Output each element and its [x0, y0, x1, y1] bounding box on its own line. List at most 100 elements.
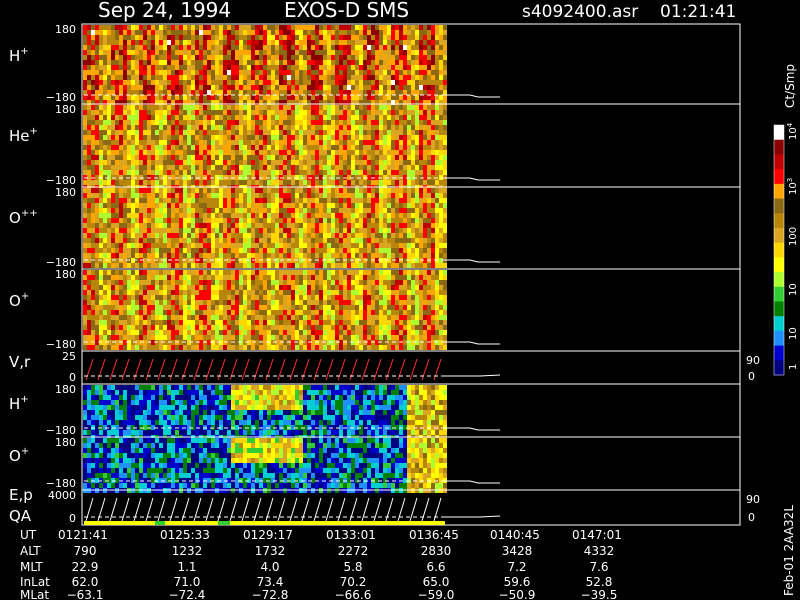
spectrogram-cell [95, 90, 99, 95]
spectrogram-cell [207, 105, 211, 110]
spectrogram-cell [371, 115, 375, 120]
spectrogram-cell [107, 270, 111, 275]
spectrogram-cell [111, 145, 115, 150]
spectrogram-cell [139, 135, 143, 140]
spectrogram-cell [127, 25, 131, 30]
spectrogram-cell [91, 30, 95, 35]
spectrogram-cell [243, 248, 247, 253]
spectrogram-cell [183, 228, 187, 233]
spectrogram-cell [299, 140, 303, 145]
spectrogram-cell [83, 320, 87, 325]
spectrogram-cell [251, 188, 255, 193]
spectrogram-cell [115, 115, 119, 120]
spectrogram-cell [319, 238, 323, 243]
spectrogram-cell [103, 55, 107, 60]
spectrogram-cell [295, 213, 299, 218]
spectrogram-cell [319, 233, 323, 238]
spectrogram-cell [131, 165, 135, 170]
spectrogram-cell [175, 35, 179, 40]
spectrogram-cell [151, 285, 155, 290]
spectrogram-cell [307, 150, 311, 155]
spectrogram-cell [255, 165, 259, 170]
spectrogram-cell [375, 188, 379, 193]
spectrogram-cell [175, 80, 179, 85]
spectrogram-cell [279, 170, 283, 175]
spectrogram-cell [111, 238, 115, 243]
spectrogram-cell [123, 243, 127, 248]
spectrogram-cell [359, 170, 363, 175]
spectrogram-cell [215, 180, 219, 185]
spectrogram-cell [271, 135, 275, 140]
spectrogram-cell [155, 60, 159, 65]
spectrogram-cell [187, 130, 191, 135]
spectrogram-cell [103, 263, 107, 268]
spectrogram-cell [91, 155, 95, 160]
spectrogram-cell [167, 188, 171, 193]
spectrogram-cell [111, 135, 115, 140]
spectrogram-cell [267, 125, 271, 130]
spectrogram-cell [227, 70, 231, 75]
spectrogram-cell [391, 70, 395, 75]
spectrogram-cell [215, 188, 219, 193]
spectrogram-cell [107, 253, 111, 258]
spectrogram-cell [83, 248, 87, 253]
spectrogram-cell [175, 155, 179, 160]
spectrogram-cell [207, 145, 211, 150]
spectrogram-cell [291, 193, 295, 198]
spectrogram-cell [295, 145, 299, 150]
spectrogram-cell [167, 70, 171, 75]
spectrogram-cell [247, 70, 251, 75]
spectrogram-cell [435, 140, 439, 145]
spectrogram-cell [403, 160, 407, 165]
spectrogram-cell [151, 115, 155, 120]
spectrogram-cell [323, 213, 327, 218]
spectrogram-cell [427, 60, 431, 65]
spectrogram-cell [91, 345, 95, 350]
spectrogram-cell [155, 65, 159, 70]
spectrogram-cell [439, 105, 443, 110]
spectrogram-cell [283, 125, 287, 130]
spectrogram-cell [391, 160, 395, 165]
spectrogram-cell [355, 213, 359, 218]
spectrogram-cell [131, 315, 135, 320]
spectrogram-cell [131, 345, 135, 350]
spectrogram-cell [195, 263, 199, 268]
spectrogram-cell [363, 105, 367, 110]
spectrogram-cell [247, 120, 251, 125]
spectrogram-cell [315, 155, 319, 160]
spectrogram-cell [331, 30, 335, 35]
spectrogram-cell [339, 45, 343, 50]
spectrogram-cell [171, 40, 175, 45]
spectrogram-cell [231, 75, 235, 80]
spectrogram-cell [271, 180, 275, 185]
spectrogram-cell [275, 40, 279, 45]
spectrogram-cell [83, 345, 87, 350]
spectrogram-cell [171, 263, 175, 268]
spectrogram-cell [99, 218, 103, 223]
spectrogram-cell [123, 345, 127, 350]
spectrogram-cell [187, 135, 191, 140]
spectrogram-cell [191, 125, 195, 130]
spectrogram-cell [431, 120, 435, 125]
spectrogram-cell [275, 198, 279, 203]
spectrogram-cell [179, 145, 183, 150]
spectrogram-cell [319, 95, 323, 100]
spectrogram-cell [427, 50, 431, 55]
spectrogram-cell [395, 218, 399, 223]
spectrogram-cell [287, 193, 291, 198]
spectrogram-cell [443, 243, 447, 248]
spectrogram-cell [259, 160, 263, 165]
spectrogram-cell [171, 75, 175, 80]
spectrogram-cell [87, 198, 91, 203]
spectrogram-cell [111, 270, 115, 275]
spectrogram-cell [127, 305, 131, 310]
spectrogram-cell [83, 35, 87, 40]
spectrogram-cell [359, 50, 363, 55]
spectrogram-cell [419, 223, 423, 228]
spectrogram-cell [119, 270, 123, 275]
spectrogram-cell [219, 203, 223, 208]
spectrogram-cell [163, 90, 167, 95]
spectrogram-cell [255, 203, 259, 208]
spectrogram-cell [95, 50, 99, 55]
spectrogram-cell [139, 208, 143, 213]
